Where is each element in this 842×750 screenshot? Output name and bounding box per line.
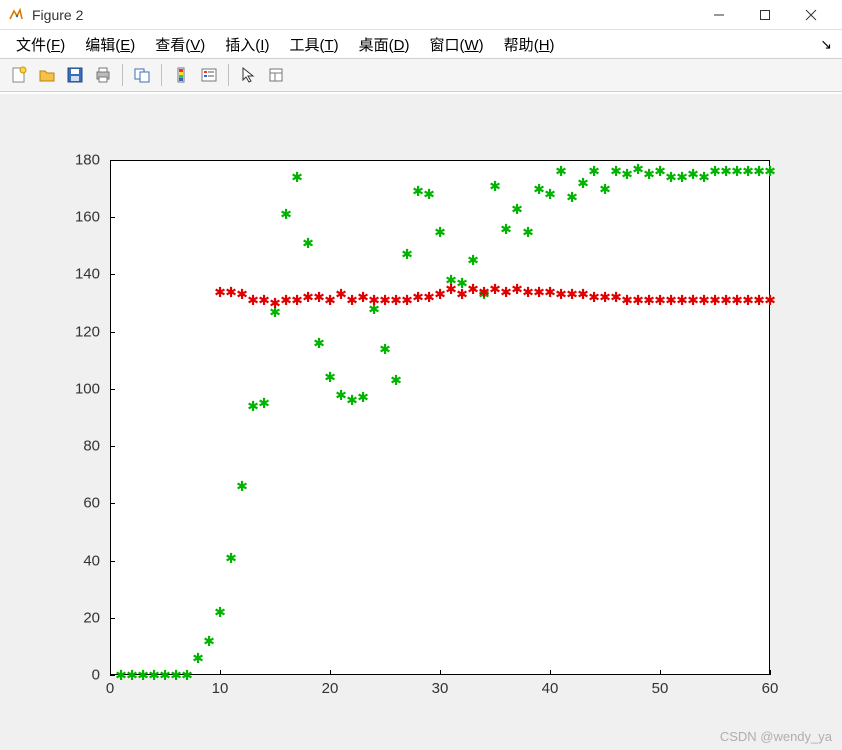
axes[interactable] <box>110 160 770 675</box>
titlebar: Figure 2 <box>0 0 842 30</box>
menu-help[interactable]: 帮助(H) <box>494 32 565 57</box>
y-tick-label: 120 <box>60 323 100 340</box>
property-inspector-button[interactable] <box>263 62 289 88</box>
x-tick-mark <box>440 670 441 675</box>
x-tick-label: 20 <box>310 680 350 697</box>
x-tick-label: 0 <box>90 680 130 697</box>
y-tick-mark <box>110 561 115 562</box>
x-tick-mark <box>660 670 661 675</box>
menu-desktop[interactable]: 桌面(D) <box>349 32 420 57</box>
x-tick-label: 60 <box>750 680 790 697</box>
toolbar <box>0 58 842 92</box>
menu-edit[interactable]: 编辑(E) <box>75 32 145 57</box>
menubar: 文件(F) 编辑(E) 查看(V) 插入(I) 工具(T) 桌面(D) 窗口(W… <box>0 30 842 58</box>
menu-file[interactable]: 文件(F) <box>6 32 75 57</box>
y-tick-mark <box>110 503 115 504</box>
y-tick-label: 140 <box>60 266 100 283</box>
toolbar-separator <box>161 64 162 86</box>
x-tick-mark <box>770 670 771 675</box>
y-tick-mark <box>110 274 115 275</box>
minimize-button[interactable] <box>696 0 742 30</box>
toolbar-separator <box>228 64 229 86</box>
print-button[interactable] <box>90 62 116 88</box>
watermark: CSDN @wendy_ya <box>720 729 832 744</box>
y-tick-label: 80 <box>60 438 100 455</box>
window-title: Figure 2 <box>32 7 696 23</box>
x-tick-label: 10 <box>200 680 240 697</box>
menu-view[interactable]: 查看(V) <box>145 32 215 57</box>
x-tick-mark <box>550 670 551 675</box>
menu-window[interactable]: 窗口(W) <box>419 32 493 57</box>
y-tick-label: 100 <box>60 380 100 397</box>
toolbar-separator <box>122 64 123 86</box>
y-tick-mark <box>110 160 115 161</box>
menu-tools[interactable]: 工具(T) <box>279 32 348 57</box>
matlab-icon <box>8 7 24 23</box>
link-button[interactable] <box>129 62 155 88</box>
new-figure-button[interactable] <box>6 62 32 88</box>
y-tick-mark <box>110 675 115 676</box>
x-tick-label: 30 <box>420 680 460 697</box>
figure-area: 0204060801001201401601800102030405060 ✱✱… <box>0 94 842 750</box>
y-tick-label: 160 <box>60 209 100 226</box>
colorbar-button[interactable] <box>168 62 194 88</box>
y-tick-mark <box>110 446 115 447</box>
y-tick-label: 180 <box>60 152 100 169</box>
menu-insert[interactable]: 插入(I) <box>215 32 279 57</box>
y-tick-mark <box>110 332 115 333</box>
close-button[interactable] <box>788 0 834 30</box>
x-tick-label: 50 <box>640 680 680 697</box>
legend-button[interactable] <box>196 62 222 88</box>
y-tick-mark <box>110 217 115 218</box>
y-tick-label: 60 <box>60 495 100 512</box>
x-tick-mark <box>220 670 221 675</box>
x-tick-mark <box>110 670 111 675</box>
x-tick-mark <box>330 670 331 675</box>
y-tick-label: 40 <box>60 552 100 569</box>
dock-arrow-icon[interactable]: ↘ <box>820 36 832 53</box>
maximize-button[interactable] <box>742 0 788 30</box>
save-button[interactable] <box>62 62 88 88</box>
y-tick-label: 20 <box>60 609 100 626</box>
edit-plot-button[interactable] <box>235 62 261 88</box>
y-tick-mark <box>110 389 115 390</box>
x-tick-label: 40 <box>530 680 570 697</box>
y-tick-mark <box>110 618 115 619</box>
window-controls <box>696 0 834 30</box>
open-button[interactable] <box>34 62 60 88</box>
